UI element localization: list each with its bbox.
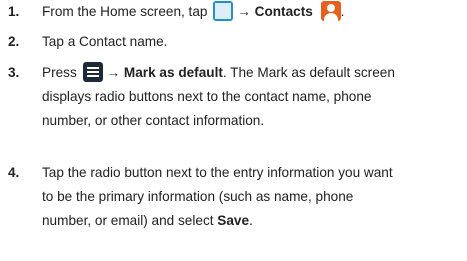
step-number: 3.	[8, 65, 20, 80]
step-number: 1.	[8, 4, 20, 19]
step-3: 3. Press → Mark as default. The Mark as …	[0, 61, 467, 133]
step-number: 2.	[8, 34, 20, 49]
menu-target: Mark as default	[123, 65, 223, 80]
step-number: 4.	[8, 165, 20, 180]
save-label: Save	[217, 213, 250, 228]
menu-target: Contacts	[254, 4, 313, 19]
step-text: Tap a Contact name.	[42, 34, 168, 49]
step-text: Press → Mark as default. The Mark as def…	[42, 61, 460, 133]
step-4: 4. Tap the radio button next to the entr…	[0, 161, 467, 233]
apps-icon	[213, 1, 234, 22]
step-2: 2. Tap a Contact name.	[0, 30, 467, 54]
step-text: From the Home screen, tap → Contacts .	[42, 0, 460, 24]
arrow-glyph: →	[237, 4, 251, 19]
contacts-icon	[320, 1, 341, 22]
menu-icon	[82, 62, 103, 83]
step-text: Tap the radio button next to the entry i…	[42, 165, 393, 228]
step-1: 1. From the Home screen, tap → Contacts …	[0, 0, 467, 24]
arrow-glyph: →	[106, 65, 121, 80]
